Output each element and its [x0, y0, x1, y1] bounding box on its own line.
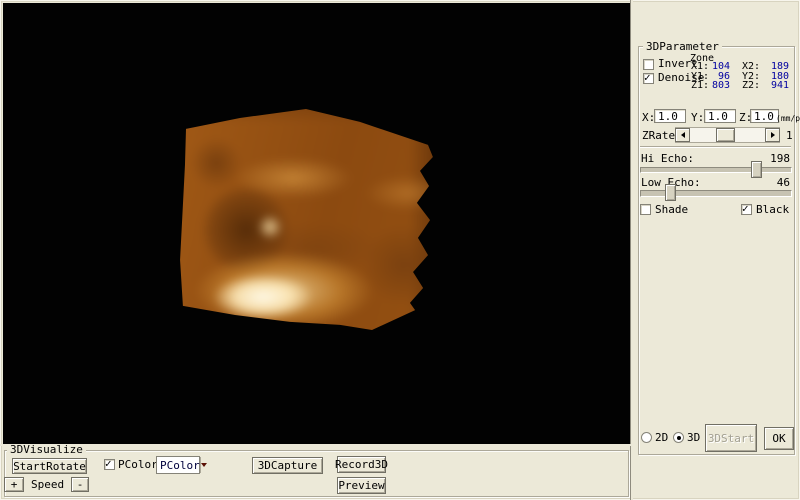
mode-3d-label: 3D [687, 432, 700, 443]
zone-z1-value: 803 [708, 81, 730, 91]
3dcapture-button[interactable]: 3DCapture [252, 457, 323, 474]
hi-echo-label: Hi Echo: [641, 153, 694, 164]
ultrasound-volume-texture [166, 93, 448, 349]
mode-3d-radio[interactable] [673, 432, 684, 443]
record3d-button[interactable]: Record3D [337, 456, 386, 473]
panel-horizontal-separator [0, 444, 631, 446]
zrate-scroll-right-button[interactable] [765, 128, 780, 142]
zone-table: X1: 104 X2: 189 Y1: 96 Y2: 180 Z1: 803 Z… [691, 62, 789, 91]
shade-checkbox[interactable] [640, 204, 651, 215]
start-rotate-button[interactable]: StartRotate [12, 458, 87, 474]
right-arrow-icon [771, 132, 778, 138]
hi-echo-slider-thumb[interactable] [751, 161, 762, 178]
mode-2d-radio[interactable] [641, 432, 652, 443]
pcolor-select[interactable]: PColor [156, 456, 200, 474]
black-checkbox[interactable] [741, 204, 752, 215]
low-echo-value: 46 [768, 177, 790, 188]
3dstart-button[interactable]: 3DStart [705, 424, 757, 452]
zrate-scrollbar[interactable] [675, 127, 780, 143]
zone-z2-label: Z2: [742, 81, 759, 91]
panel-vertical-separator [630, 0, 633, 500]
zrate-scroll-thumb[interactable] [716, 128, 735, 142]
scale-y-input[interactable] [704, 109, 736, 123]
zrate-label: ZRate [642, 130, 675, 141]
low-echo-slider-thumb[interactable] [665, 184, 676, 201]
left-arrow-icon [678, 132, 685, 138]
param-groupbox [638, 46, 795, 455]
pcolor-select-value: PColor [157, 459, 200, 472]
preview-button[interactable]: Preview [337, 477, 386, 494]
param-groupbox-title: 3DParameter [643, 41, 722, 52]
scale-y-label: Y: [691, 112, 704, 123]
speed-minus-button[interactable]: - [71, 477, 89, 492]
pcolor-checkbox[interactable] [104, 459, 115, 470]
chevron-down-icon [201, 463, 207, 470]
hi-echo-value: 198 [768, 153, 790, 164]
hi-echo-slider[interactable] [640, 167, 792, 173]
render-viewport[interactable] [3, 3, 630, 444]
mode-2d-label: 2D [655, 432, 668, 443]
speed-plus-button[interactable]: + [4, 477, 24, 492]
shade-label: Shade [655, 204, 688, 215]
denoise-checkbox[interactable] [643, 73, 654, 84]
ultrasound-volume-image [178, 105, 436, 337]
scale-unit-label: (mm/p) [776, 113, 800, 124]
pcolor-select-drop-button[interactable] [200, 457, 207, 473]
invert-checkbox[interactable] [643, 59, 654, 70]
visualize-groupbox-title: 3DVisualize [7, 444, 86, 455]
black-label: Black [756, 204, 789, 215]
zrate-scroll-left-button[interactable] [675, 128, 690, 142]
zone-z2-value: 941 [759, 81, 789, 91]
ok-button[interactable]: OK [764, 427, 794, 450]
app-window: 3DParameter Invert Denoise Zone X1: 104 … [0, 0, 800, 500]
param-divider [640, 146, 791, 148]
low-echo-slider[interactable] [640, 190, 792, 197]
scale-z-input[interactable] [750, 109, 779, 123]
pcolor-label: PColor [118, 459, 158, 470]
zrate-value: 1 [786, 130, 793, 141]
speed-label: Speed [31, 479, 64, 490]
zone-z1-label: Z1: [691, 81, 708, 91]
scale-x-input[interactable] [654, 109, 686, 123]
